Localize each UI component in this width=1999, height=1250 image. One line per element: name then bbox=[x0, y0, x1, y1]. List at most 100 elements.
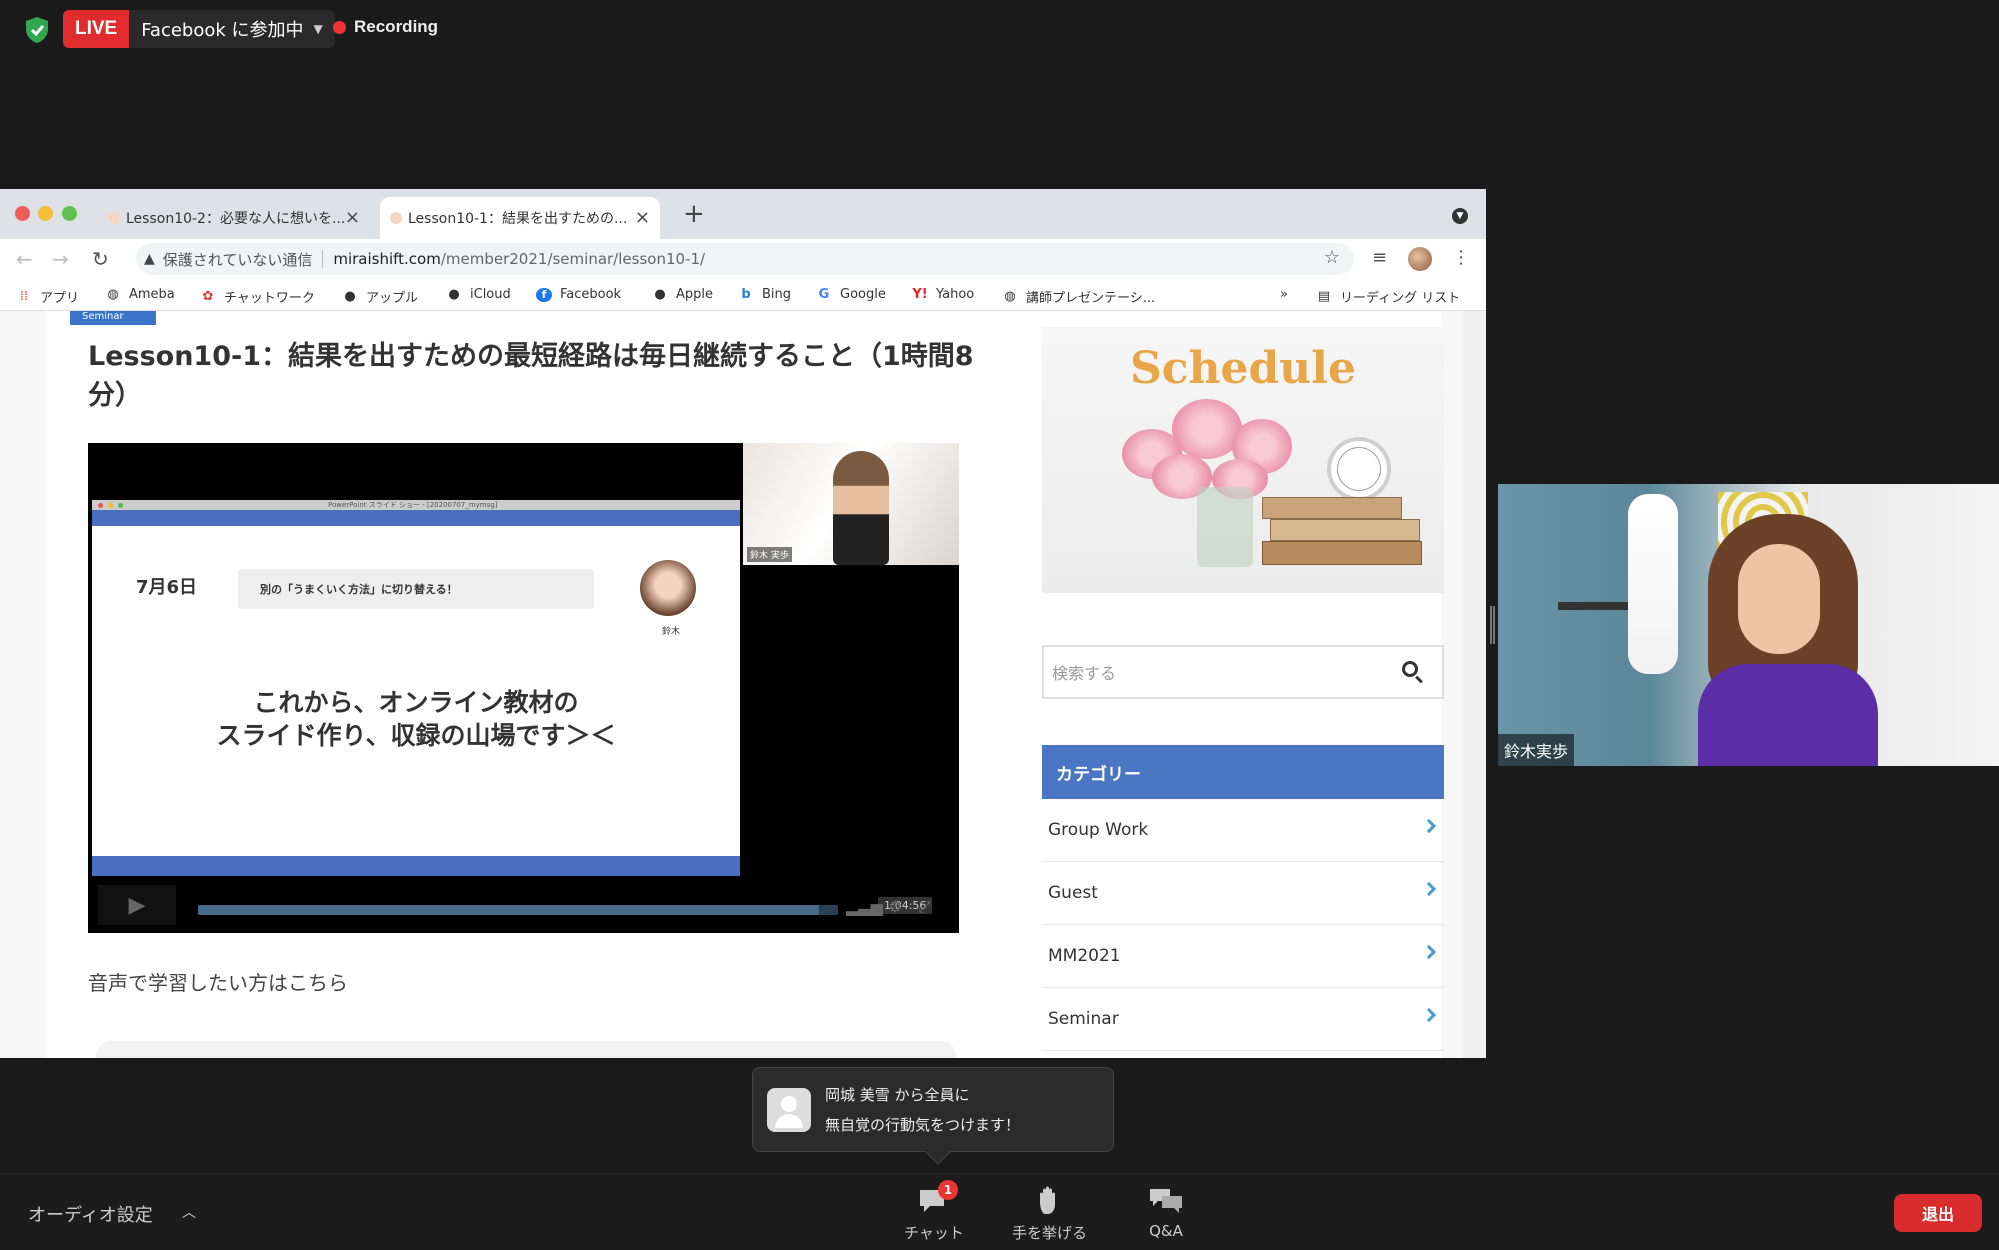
bookmark-google[interactable]: G Google bbox=[816, 287, 886, 302]
reading-list[interactable]: ▤ リーディング リスト bbox=[1316, 287, 1460, 306]
chat-sender: 岡城 美雪 から全員に bbox=[825, 1086, 970, 1104]
audio-settings-button[interactable]: オーディオ設定 bbox=[28, 1201, 153, 1227]
zoom-top-bar: LIVE Facebook に参加中 ▼ Recording bbox=[0, 0, 1999, 60]
separator bbox=[322, 250, 324, 268]
video-controls: ▶ 1:04:56 ▂▃▅ ⚙ ⤢ bbox=[88, 877, 959, 933]
bookmark-facebook[interactable]: f Facebook bbox=[536, 287, 621, 302]
volume-icon[interactable]: ▂▃▅ bbox=[846, 897, 883, 916]
back-icon[interactable]: ← bbox=[16, 247, 33, 271]
category-item-group-work[interactable]: Group Work bbox=[1042, 799, 1444, 862]
category-tag[interactable]: Seminar bbox=[70, 311, 156, 325]
live-badge: LIVE bbox=[63, 10, 130, 48]
tab-lesson10-2[interactable]: Lesson10-2：必要な人に想いを... × bbox=[98, 197, 370, 239]
slide-screen: PowerPoint スライド ショー - [20200707_mymsg] 7… bbox=[92, 500, 740, 876]
category-label: Seminar bbox=[1048, 1009, 1119, 1029]
close-icon[interactable]: × bbox=[345, 207, 360, 228]
profile-avatar[interactable] bbox=[1408, 247, 1432, 271]
more-menu-icon[interactable]: ⋮ bbox=[1452, 247, 1470, 268]
camera-name-label: 鈴木 実歩 bbox=[747, 547, 792, 562]
maximize-window-button[interactable] bbox=[62, 206, 77, 221]
qa-button[interactable]: Q&A bbox=[1148, 1186, 1184, 1240]
bookmark-chatwork[interactable]: ✿ チャットワーク bbox=[200, 287, 315, 306]
vase-image bbox=[1197, 487, 1253, 567]
close-window-button[interactable] bbox=[15, 206, 30, 221]
chevron-right-icon bbox=[1421, 881, 1437, 897]
media-control-icon[interactable]: ≡ bbox=[1372, 247, 1387, 268]
bookmark-apps[interactable]: ⁞⁞ アプリ bbox=[16, 287, 79, 306]
chat-notification[interactable]: 岡城 美雪 から全員に 無自覚の行動気をつけます！ bbox=[752, 1067, 1114, 1165]
star-icon[interactable]: ☆ bbox=[1324, 247, 1340, 268]
slide-main-line-2: スライド作り、収録の山場です＞＜ bbox=[216, 721, 616, 750]
fullscreen-icon[interactable]: ⤢ bbox=[918, 897, 931, 917]
participant-video[interactable]: 鈴木実歩 bbox=[1498, 484, 1999, 766]
bookmark-ameba[interactable]: ◍ Ameba bbox=[105, 287, 174, 302]
bing-icon: b bbox=[741, 286, 751, 302]
raise-hand-button[interactable]: 手を挙げる bbox=[1012, 1186, 1087, 1243]
dot-icon bbox=[98, 502, 103, 508]
bookmark-apple[interactable]: ● Apple bbox=[652, 287, 713, 302]
tab-search-icon[interactable]: ▼ bbox=[1452, 208, 1468, 224]
category-header: カテゴリー bbox=[1042, 745, 1444, 799]
category-item-seminar[interactable]: Seminar bbox=[1042, 988, 1444, 1051]
user-avatar-icon bbox=[767, 1088, 811, 1132]
slide-speaker-name: 鈴木 bbox=[662, 627, 681, 637]
close-icon[interactable]: × bbox=[635, 207, 650, 228]
split-view-handle[interactable] bbox=[1490, 606, 1495, 644]
bookmark-yahoo[interactable]: Y! Yahoo bbox=[912, 287, 974, 302]
participant-figure bbox=[1688, 514, 1888, 766]
google-icon: G bbox=[818, 286, 830, 302]
minimize-window-button[interactable] bbox=[38, 206, 53, 221]
shield-icon[interactable] bbox=[24, 16, 50, 44]
reload-icon[interactable]: ↻ bbox=[92, 247, 109, 271]
audio-learning-link[interactable]: 音声で学習したい方はこちら bbox=[88, 967, 348, 996]
bookmark-label: チャットワーク bbox=[224, 291, 315, 306]
address-bar[interactable]: ▲ 保護されていない通信 miraishift.com/member2021/s… bbox=[136, 243, 1354, 275]
recording-indicator[interactable]: Recording bbox=[333, 17, 438, 37]
security-status[interactable]: 保護されていない通信 bbox=[163, 249, 313, 270]
meeting-controls: オーディオ設定 ︿ 1 チャット 手を挙げる Q&A 退出 bbox=[0, 1173, 1999, 1250]
browser-toolbar: ← → ↻ ▲ 保護されていない通信 miraishift.com/member… bbox=[0, 239, 1486, 279]
bookmark-bing[interactable]: b Bing bbox=[738, 287, 791, 302]
schedule-title: Schedule bbox=[1129, 343, 1356, 394]
leave-meeting-button[interactable]: 退出 bbox=[1894, 1194, 1982, 1232]
bookmark-label: アップル bbox=[366, 291, 419, 306]
slide-header-band bbox=[92, 510, 740, 526]
play-button[interactable]: ▶ bbox=[98, 885, 176, 925]
bookmark-apple-jp[interactable]: ● アップル bbox=[342, 287, 418, 306]
settings-gear-icon[interactable]: ⚙ bbox=[888, 897, 902, 916]
new-tab-button[interactable]: + bbox=[683, 199, 705, 229]
bookmark-icloud[interactable]: ● iCloud bbox=[446, 287, 510, 302]
chevron-up-icon[interactable]: ︿ bbox=[182, 1202, 196, 1222]
tab-lesson10-1[interactable]: Lesson10-1：結果を出すための... × bbox=[380, 197, 660, 239]
url-text[interactable]: miraishift.com/member2021/seminar/lesson… bbox=[333, 250, 705, 268]
recording-dot-icon bbox=[333, 20, 346, 34]
play-icon: ▶ bbox=[128, 892, 146, 918]
bookmarks-overflow[interactable]: » bbox=[1280, 287, 1288, 302]
live-stream-dropdown[interactable]: LIVE Facebook に参加中 ▼ bbox=[63, 10, 335, 48]
category-label: Group Work bbox=[1048, 820, 1149, 840]
bookmark-label: Apple bbox=[676, 287, 714, 302]
chat-message: 無自覚の行動気をつけます！ bbox=[825, 1116, 1021, 1134]
forward-icon[interactable]: → bbox=[52, 247, 69, 271]
chat-icon: 1 bbox=[916, 1180, 958, 1216]
warning-icon[interactable]: ▲ bbox=[144, 251, 155, 267]
sidebar: Schedule 検索する カテゴリー Group Work Guest MM2… bbox=[1042, 327, 1444, 1058]
video-player[interactable]: PowerPoint スライド ショー - [20200707_mymsg] 7… bbox=[88, 443, 959, 933]
bookmark-presentation[interactable]: ◍ 講師プレゼンテーシ... bbox=[1002, 287, 1155, 306]
category-item-guest[interactable]: Guest bbox=[1042, 862, 1444, 925]
bookmark-label: アプリ bbox=[40, 291, 80, 306]
search-input[interactable]: 検索する bbox=[1042, 645, 1444, 699]
schedule-banner[interactable]: Schedule bbox=[1042, 327, 1444, 593]
participant-name: 鈴木実歩 bbox=[1498, 734, 1575, 766]
books-image bbox=[1262, 497, 1422, 567]
slide-window-title: PowerPoint スライド ショー - [20200707_mymsg] bbox=[328, 501, 498, 509]
category-item-mm2021[interactable]: MM2021 bbox=[1042, 925, 1444, 988]
dot-icon bbox=[118, 502, 123, 508]
chat-button[interactable]: 1 チャット bbox=[904, 1180, 964, 1243]
search-icon[interactable] bbox=[1402, 661, 1418, 677]
globe-icon: ◍ bbox=[1004, 288, 1016, 304]
page-scrollbar[interactable] bbox=[1463, 311, 1486, 1058]
video-progress-bar[interactable]: 1:04:56 bbox=[198, 897, 933, 915]
chevron-down-icon: ▼ bbox=[313, 22, 323, 36]
search-placeholder: 検索する bbox=[1052, 664, 1117, 683]
